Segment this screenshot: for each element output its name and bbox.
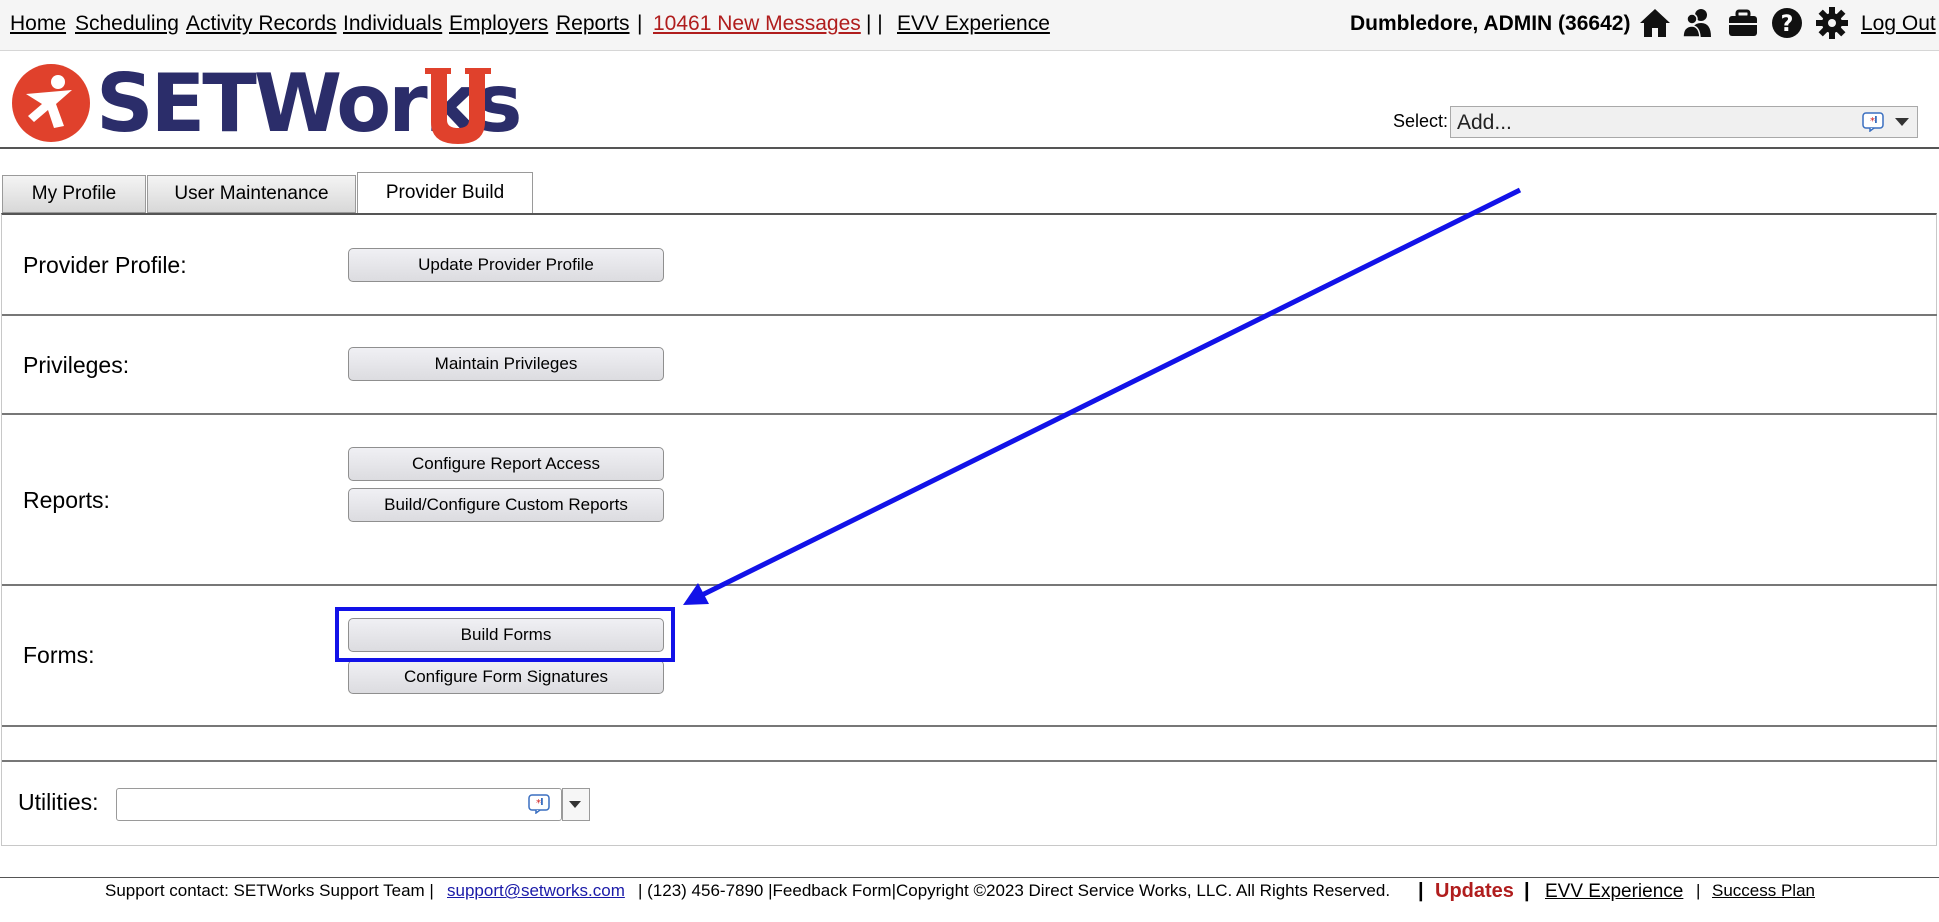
- nav-individuals-link[interactable]: Individuals: [343, 12, 442, 36]
- logout-link[interactable]: Log Out: [1861, 12, 1936, 36]
- required-badge-icon: *: [1862, 112, 1884, 133]
- highlight-annotation-box: [335, 607, 675, 662]
- chevron-down-icon[interactable]: [1895, 118, 1909, 126]
- reports-label: Reports:: [23, 487, 110, 513]
- footer-separator: |: [1696, 881, 1701, 900]
- footer-divider: [0, 877, 1939, 878]
- nav-double-separator: | |: [866, 12, 883, 35]
- briefcase-icon[interactable]: [1726, 6, 1760, 40]
- provider-build-panel: [1, 213, 1937, 846]
- svg-text:*: *: [536, 798, 541, 809]
- home-icon[interactable]: [1638, 6, 1672, 40]
- nav-activity-records-link[interactable]: Activity Records: [186, 12, 337, 36]
- nav-home-link[interactable]: Home: [10, 12, 66, 36]
- section-divider: [2, 584, 1937, 586]
- nav-messages-link[interactable]: 10461 New Messages: [653, 12, 861, 36]
- tab-provider-build[interactable]: Provider Build: [357, 172, 533, 214]
- configure-form-signatures-button[interactable]: Configure Form Signatures: [348, 660, 664, 694]
- footer-support-text: Support contact: SETWorks Support Team |: [105, 881, 434, 900]
- footer-evv-experience-link[interactable]: EVV Experience: [1545, 881, 1683, 903]
- footer-info-text: | (123) 456-7890 |Feedback Form|Copyrigh…: [638, 881, 1391, 900]
- select-add-dropdown[interactable]: Add...: [1450, 106, 1918, 138]
- privileges-label: Privileges:: [23, 352, 130, 378]
- utilities-combobox[interactable]: [116, 788, 562, 821]
- header-divider: [0, 147, 1939, 149]
- utilities-label: Utilities:: [18, 789, 99, 815]
- select-label: Select:: [1393, 111, 1449, 131]
- section-divider: [2, 725, 1937, 727]
- people-icon[interactable]: [1680, 6, 1714, 40]
- section-divider: [2, 413, 1937, 415]
- logo-runner-emblem: [12, 64, 90, 142]
- chevron-down-icon: [569, 801, 581, 808]
- top-navigation-bar: Home Scheduling Activity Records Individ…: [0, 0, 1939, 51]
- configure-report-access-button[interactable]: Configure Report Access: [348, 447, 664, 481]
- footer-success-plan-link[interactable]: Success Plan: [1712, 881, 1815, 901]
- provider-profile-label: Provider Profile:: [23, 252, 187, 278]
- maintain-privileges-button[interactable]: Maintain Privileges: [348, 347, 664, 381]
- section-divider: [2, 314, 1937, 316]
- help-icon[interactable]: ?: [1770, 6, 1804, 40]
- forms-label: Forms:: [23, 642, 95, 668]
- setworks-logo[interactable]: SETWorks: [12, 62, 522, 146]
- svg-text:?: ?: [1781, 12, 1794, 37]
- nav-scheduling-link[interactable]: Scheduling: [75, 12, 179, 36]
- nav-separator: |: [637, 12, 643, 35]
- nav-evv-experience-link[interactable]: EVV Experience: [897, 12, 1050, 36]
- tab-user-maintenance[interactable]: User Maintenance: [147, 175, 356, 213]
- footer-separator: |: [1524, 880, 1530, 902]
- footer-updates-link[interactable]: Updates: [1435, 880, 1514, 903]
- nav-employers-link[interactable]: Employers: [449, 12, 548, 36]
- update-provider-profile-button[interactable]: Update Provider Profile: [348, 248, 664, 282]
- logo-u-mark: [425, 68, 491, 144]
- svg-text:*: *: [1870, 116, 1875, 127]
- required-badge-icon: *: [528, 794, 550, 815]
- nav-reports-link[interactable]: Reports: [556, 12, 630, 36]
- footer-support-email-link[interactable]: support@setworks.com: [447, 881, 625, 901]
- section-divider: [2, 760, 1937, 762]
- settings-icon[interactable]: [1815, 6, 1849, 40]
- current-user-label: Dumbledore, ADMIN (36642): [1350, 12, 1631, 35]
- footer-separator: |: [1418, 880, 1424, 902]
- build-configure-custom-reports-button[interactable]: Build/Configure Custom Reports: [348, 488, 664, 522]
- tab-my-profile[interactable]: My Profile: [2, 175, 146, 213]
